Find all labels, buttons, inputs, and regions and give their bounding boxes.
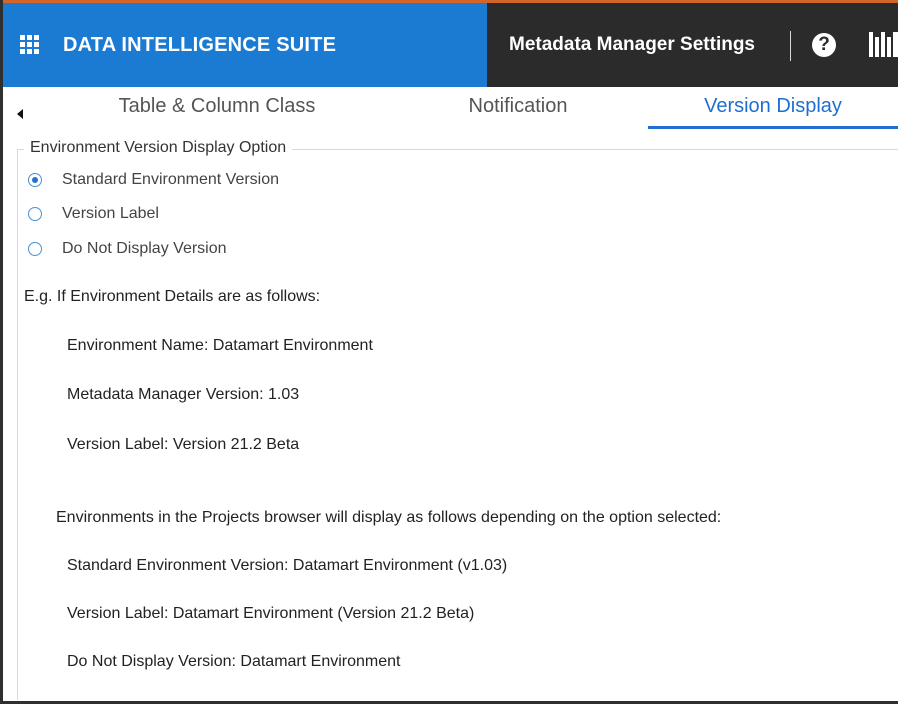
radio-button[interactable]	[28, 173, 42, 187]
example-detail: Metadata Manager Version: 1.03	[67, 386, 300, 403]
tab-table-column-class[interactable]: Table & Column Class	[101, 87, 333, 129]
header-divider	[790, 31, 791, 61]
display-example: Standard Environment Version: Datamart E…	[67, 557, 508, 574]
radio-label: Version Label	[62, 205, 159, 222]
apps-grid-icon[interactable]	[20, 35, 40, 55]
display-example: Do Not Display Version: Datamart Environ…	[67, 653, 401, 670]
radio-label: Do Not Display Version	[62, 240, 227, 257]
tab-version-display[interactable]: Version Display	[648, 87, 898, 129]
help-icon[interactable]: ?	[812, 33, 836, 57]
example-detail: Version Label: Version 21.2 Beta	[67, 436, 300, 453]
fieldset-border-left	[17, 149, 18, 700]
fieldset-legend: Environment Version Display Option	[24, 139, 293, 157]
radio-label: Standard Environment Version	[62, 171, 280, 188]
example-intro: E.g. If Environment Details are as follo…	[24, 288, 321, 305]
brand-bar: DATA INTELLIGENCE SUITE	[3, 3, 487, 87]
display-intro: Environments in the Projects browser wil…	[56, 509, 722, 526]
example-detail: Environment Name: Datamart Environment	[67, 337, 373, 354]
settings-title-bar: Metadata Manager Settings ?	[487, 3, 898, 87]
radio-button[interactable]	[28, 242, 42, 256]
settings-tab-bar: Table & Column Class Notification Versio…	[3, 87, 898, 129]
page-title: Metadata Manager Settings	[509, 34, 755, 55]
radio-button[interactable]	[28, 207, 42, 221]
tab-notification[interactable]: Notification	[458, 87, 578, 129]
display-example: Version Label: Datamart Environment (Ver…	[67, 605, 475, 622]
radio-version-label[interactable]: Version Label	[28, 204, 159, 224]
library-icon[interactable]	[869, 32, 898, 57]
radio-standard-environment-version[interactable]: Standard Environment Version	[28, 170, 279, 190]
app-header: DATA INTELLIGENCE SUITE Metadata Manager…	[3, 3, 898, 87]
radio-do-not-display-version[interactable]: Do Not Display Version	[28, 239, 227, 259]
brand-title: DATA INTELLIGENCE SUITE	[63, 34, 337, 56]
scroll-left-icon[interactable]	[3, 87, 37, 129]
